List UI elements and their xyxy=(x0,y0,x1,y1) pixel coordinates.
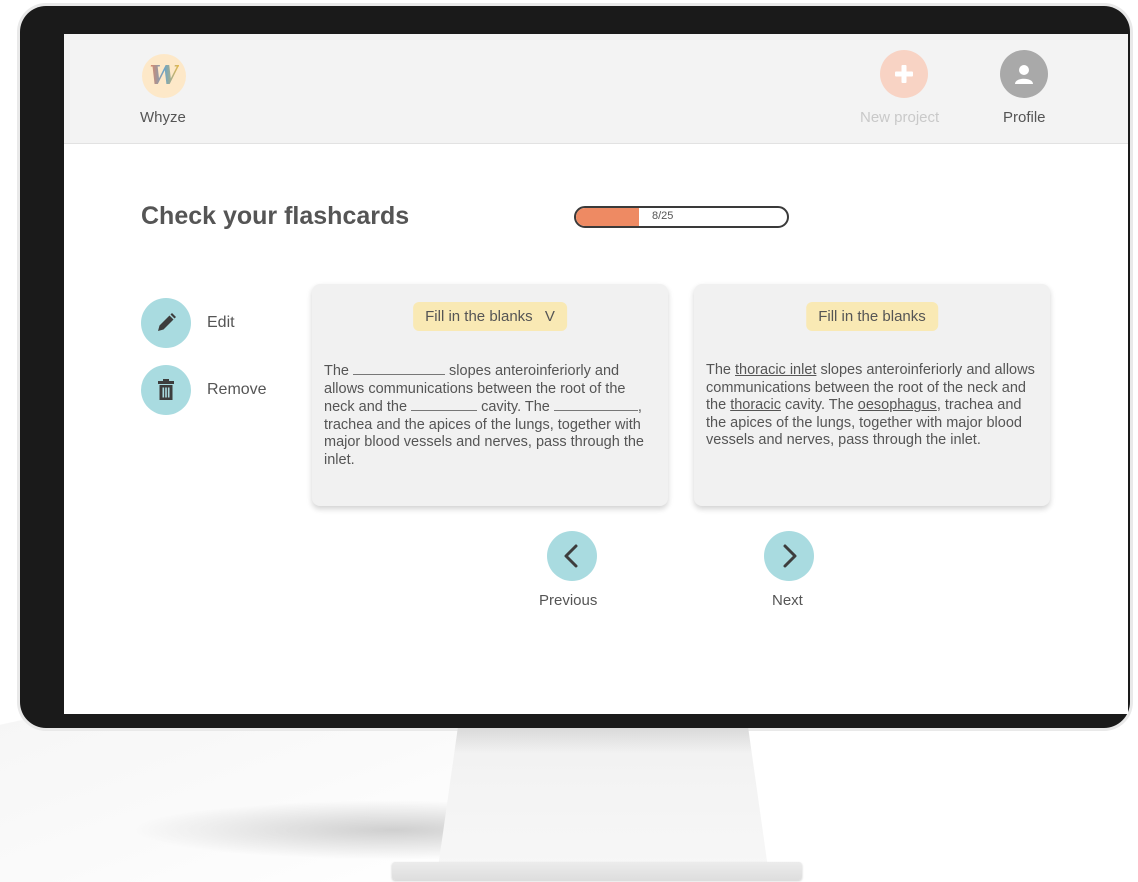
profile-label[interactable]: Profile xyxy=(1003,109,1046,126)
edit-button[interactable] xyxy=(141,298,191,348)
progress-text: 8/25 xyxy=(652,210,674,222)
monitor-bezel: W Whyze New project Profile Check your f… xyxy=(20,6,1130,728)
trash-icon xyxy=(158,379,174,400)
new-project-button[interactable] xyxy=(880,50,928,98)
card-type-label: Fill in the blanks xyxy=(425,308,533,325)
app-screen: W Whyze New project Profile Check your f… xyxy=(64,34,1128,714)
monitor-base xyxy=(392,862,802,880)
next-label[interactable]: Next xyxy=(772,592,803,609)
profile-button[interactable] xyxy=(1000,50,1048,98)
page-title: Check your flashcards xyxy=(141,202,410,230)
remove-button[interactable] xyxy=(141,365,191,415)
app-name: Whyze xyxy=(140,109,186,126)
card-answer-text: The thoracic inlet slopes anteroinferior… xyxy=(706,362,1036,450)
text-segment: cavity. The xyxy=(477,399,554,415)
remove-label[interactable]: Remove xyxy=(207,381,267,399)
text-segment: The xyxy=(324,363,354,379)
card-type-label: Fill in the blanks xyxy=(818,308,926,325)
progress-fill xyxy=(576,208,640,226)
stand-shadow xyxy=(130,800,460,860)
blank-3[interactable] xyxy=(553,398,638,411)
progress-bar: 8/25 xyxy=(574,206,789,228)
user-icon xyxy=(1015,65,1033,84)
answer-term: thoracic inlet xyxy=(735,362,817,378)
blank-1[interactable] xyxy=(353,362,446,375)
previous-button[interactable] xyxy=(547,531,597,581)
new-project-label[interactable]: New project xyxy=(860,109,939,126)
answer-term: oesophagus xyxy=(857,397,937,413)
next-button[interactable] xyxy=(764,531,814,581)
remove-action[interactable]: Remove xyxy=(141,365,301,415)
logo-letter: W xyxy=(149,61,179,91)
monitor-stand xyxy=(438,728,768,868)
chevron-right-icon xyxy=(783,544,797,568)
plus-icon xyxy=(895,65,913,83)
edit-action[interactable]: Edit xyxy=(141,298,301,348)
previous-label[interactable]: Previous xyxy=(539,592,597,609)
chevron-left-icon xyxy=(564,544,578,568)
card-type-badge: Fill in the blanks xyxy=(806,302,938,331)
top-header: W Whyze New project Profile xyxy=(64,34,1128,144)
whyze-logo[interactable]: W xyxy=(142,54,186,98)
flashcard-answer: Fill in the blanks The thoracic inlet sl… xyxy=(694,284,1050,506)
chevron-down-icon: V xyxy=(544,308,555,325)
pencil-icon xyxy=(158,313,176,331)
text-segment: The xyxy=(706,362,736,378)
answer-term: thoracic xyxy=(730,397,781,413)
blank-2[interactable] xyxy=(411,398,478,411)
text-segment: cavity. The xyxy=(780,397,858,413)
flashcard-question: Fill in the blanks V The slopes anteroin… xyxy=(312,284,668,506)
card-question-text: The slopes anteroinferiorly and allows c… xyxy=(324,362,654,469)
edit-label[interactable]: Edit xyxy=(207,314,235,332)
card-type-dropdown[interactable]: Fill in the blanks V xyxy=(413,302,567,331)
